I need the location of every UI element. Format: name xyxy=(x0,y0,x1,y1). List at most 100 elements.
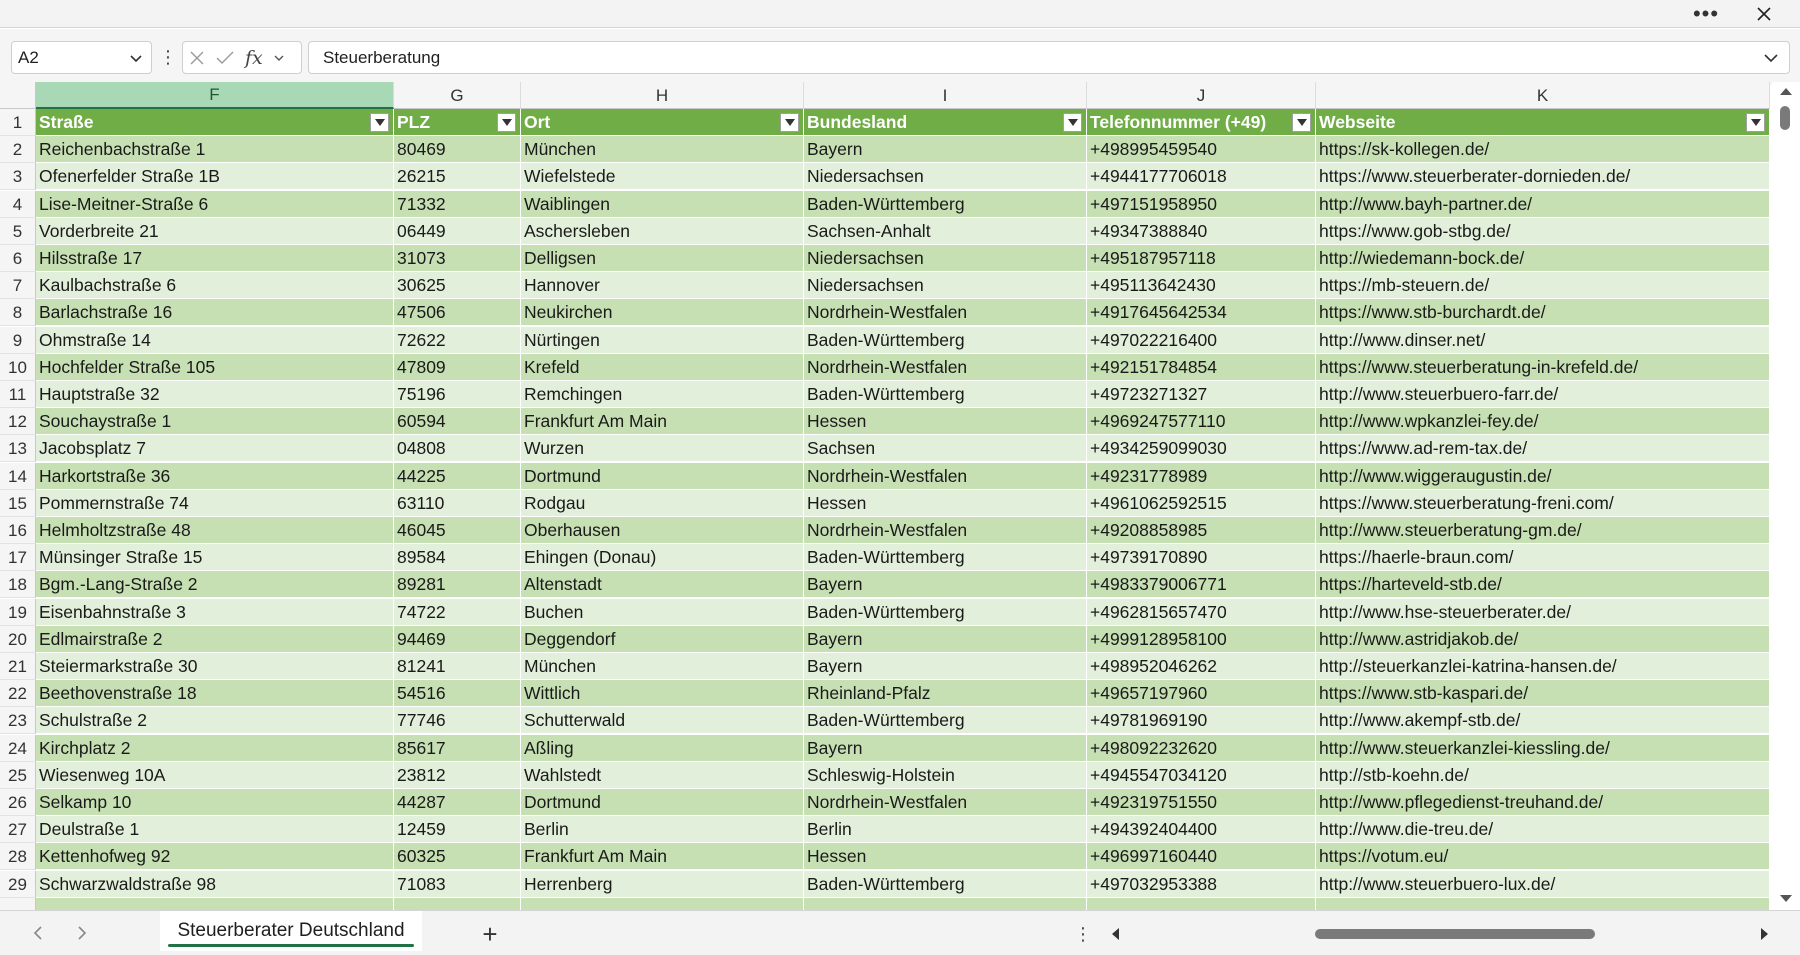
row-header[interactable]: 22 xyxy=(0,680,36,708)
table-cell[interactable]: 85617 xyxy=(394,734,521,762)
table-cell[interactable]: https://www.stb-burchardt.de/ xyxy=(1316,299,1770,327)
table-cell[interactable]: Wurzen xyxy=(521,435,804,463)
table-cell[interactable]: Baden-Württemberg xyxy=(804,190,1087,218)
chevron-down-icon[interactable] xyxy=(273,52,285,64)
table-cell[interactable]: Helmholtzstraße 48 xyxy=(36,517,394,544)
table-cell[interactable]: Schleswig-Holstein xyxy=(804,761,1087,789)
table-cell[interactable]: Herrenberg xyxy=(521,870,804,898)
table-cell[interactable]: Krefeld xyxy=(521,353,804,381)
table-cell[interactable]: https://www.stb-kaspari.de/ xyxy=(1316,680,1770,708)
add-sheet-button[interactable]: + xyxy=(476,919,504,949)
row-header[interactable]: 24 xyxy=(0,734,36,762)
row-header[interactable]: 23 xyxy=(0,707,36,735)
previous-sheet-button[interactable] xyxy=(26,921,50,945)
select-all-corner[interactable] xyxy=(0,82,36,109)
table-cell[interactable]: Selkamp 10 xyxy=(36,789,394,816)
row-header[interactable]: 7 xyxy=(0,272,36,300)
table-cell[interactable]: https://www.steuerberater-dornieden.de/ xyxy=(1316,163,1770,191)
table-cell[interactable]: München xyxy=(521,136,804,164)
table-cell[interactable]: Nürtingen xyxy=(521,326,804,354)
formula-input[interactable]: Steuerberatung xyxy=(308,41,1790,74)
filter-dropdown-button[interactable] xyxy=(1292,113,1311,132)
row-header[interactable]: 10 xyxy=(0,353,36,381)
vertical-scrollbar[interactable] xyxy=(1772,82,1800,910)
table-cell[interactable]: Baden-Württemberg xyxy=(804,544,1087,572)
table-cell[interactable]: http://www.bayh-partner.de/ xyxy=(1316,190,1770,218)
more-options-button[interactable]: ••• xyxy=(1688,0,1724,28)
table-cell[interactable]: Nordrhein-Westfalen xyxy=(804,517,1087,544)
table-cell[interactable]: Hauptstraße 32 xyxy=(36,381,394,408)
table-cell[interactable]: 47506 xyxy=(394,299,521,327)
table-cell[interactable]: http://www.wpkanzlei-fey.de/ xyxy=(1316,408,1770,436)
table-cell[interactable]: +4934259099030 xyxy=(1087,435,1316,463)
table-cell[interactable]: Remchingen xyxy=(521,381,804,408)
table-header-cell[interactable]: Webseite xyxy=(1316,109,1770,136)
column-header-h[interactable]: H xyxy=(521,82,804,109)
table-cell[interactable]: +492319751550 xyxy=(1087,789,1316,816)
table-cell[interactable]: Barlachstraße 16 xyxy=(36,299,394,327)
table-cell[interactable]: Rodgau xyxy=(521,489,804,517)
table-cell[interactable]: +495113642430 xyxy=(1087,272,1316,300)
table-cell[interactable]: https://www.steuerberatung-freni.com/ xyxy=(1316,489,1770,517)
row-header[interactable]: 19 xyxy=(0,598,36,626)
row-header[interactable]: 17 xyxy=(0,544,36,572)
table-cell[interactable]: https://harteveld-stb.de/ xyxy=(1316,571,1770,599)
table-cell[interactable]: +498952046262 xyxy=(1087,653,1316,680)
row-header[interactable]: 2 xyxy=(0,136,36,164)
table-cell[interactable]: Frankfurt Am Main xyxy=(521,843,804,871)
table-header-cell[interactable]: Ort xyxy=(521,109,804,136)
table-cell[interactable]: Beethovenstraße 18 xyxy=(36,680,394,708)
table-cell[interactable]: Wiefelstede xyxy=(521,163,804,191)
table-cell[interactable]: Bayern xyxy=(804,571,1087,599)
table-cell[interactable]: +495187957118 xyxy=(1087,245,1316,272)
table-cell[interactable]: http://www.die-treu.de/ xyxy=(1316,816,1770,844)
table-cell[interactable]: 80469 xyxy=(394,136,521,164)
table-cell[interactable]: 47809 xyxy=(394,353,521,381)
table-cell[interactable]: Steiermarkstraße 30 xyxy=(36,653,394,680)
row-header[interactable]: 15 xyxy=(0,489,36,517)
table-cell[interactable]: 44287 xyxy=(394,789,521,816)
table-cell[interactable]: http://wiedemann-bock.de/ xyxy=(1316,245,1770,272)
filter-dropdown-button[interactable] xyxy=(1746,113,1765,132)
table-cell[interactable]: 30625 xyxy=(394,272,521,300)
table-cell[interactable]: https://www.gob-stbg.de/ xyxy=(1316,217,1770,245)
scroll-left-icon[interactable] xyxy=(1110,927,1120,941)
table-cell[interactable]: München xyxy=(521,653,804,680)
sheet-tab[interactable]: Steuerberater Deutschland xyxy=(160,911,422,951)
table-cell[interactable]: 81241 xyxy=(394,653,521,680)
table-cell[interactable]: +498092232620 xyxy=(1087,734,1316,762)
table-cell[interactable]: Bayern xyxy=(804,734,1087,762)
table-cell[interactable]: Ehingen (Donau) xyxy=(521,544,804,572)
table-cell[interactable]: Nordrhein-Westfalen xyxy=(804,462,1087,490)
table-cell[interactable]: 75196 xyxy=(394,381,521,408)
table-cell[interactable]: Rheinland-Pfalz xyxy=(804,680,1087,708)
table-cell[interactable]: Niedersachsen xyxy=(804,245,1087,272)
row-header[interactable]: 18 xyxy=(0,571,36,599)
horizontal-scroll-thumb[interactable] xyxy=(1315,929,1595,939)
table-cell[interactable]: Sachsen xyxy=(804,435,1087,463)
table-cell[interactable]: +49657197960 xyxy=(1087,680,1316,708)
confirm-formula-icon[interactable] xyxy=(215,50,235,66)
table-cell[interactable]: +49723271327 xyxy=(1087,381,1316,408)
table-cell[interactable]: +4962815657470 xyxy=(1087,598,1316,626)
table-cell[interactable]: Kirchplatz 2 xyxy=(36,734,394,762)
table-cell[interactable]: http://stb-koehn.de/ xyxy=(1316,761,1770,789)
table-cell[interactable]: Hannover xyxy=(521,272,804,300)
vertical-scroll-thumb[interactable] xyxy=(1780,106,1790,130)
table-cell[interactable]: Delligsen xyxy=(521,245,804,272)
table-cell[interactable]: Ofenerfelder Straße 1B xyxy=(36,163,394,191)
table-cell[interactable]: Dortmund xyxy=(521,462,804,490)
table-cell[interactable]: Aschersleben xyxy=(521,217,804,245)
row-header[interactable]: 1 xyxy=(0,109,36,136)
table-header-cell[interactable]: Bundesland xyxy=(804,109,1087,136)
table-cell[interactable]: 89584 xyxy=(394,544,521,572)
table-cell[interactable]: +49347388840 xyxy=(1087,217,1316,245)
table-cell[interactable]: Reichenbachstraße 1 xyxy=(36,136,394,164)
table-cell[interactable]: +49208858985 xyxy=(1087,517,1316,544)
table-cell[interactable]: +497022216400 xyxy=(1087,326,1316,354)
table-cell[interactable]: +49231778989 xyxy=(1087,462,1316,490)
close-button[interactable] xyxy=(1746,0,1782,28)
table-cell[interactable]: Frankfurt Am Main xyxy=(521,408,804,436)
table-cell[interactable]: https://haerle-braun.com/ xyxy=(1316,544,1770,572)
table-cell[interactable]: 72622 xyxy=(394,326,521,354)
